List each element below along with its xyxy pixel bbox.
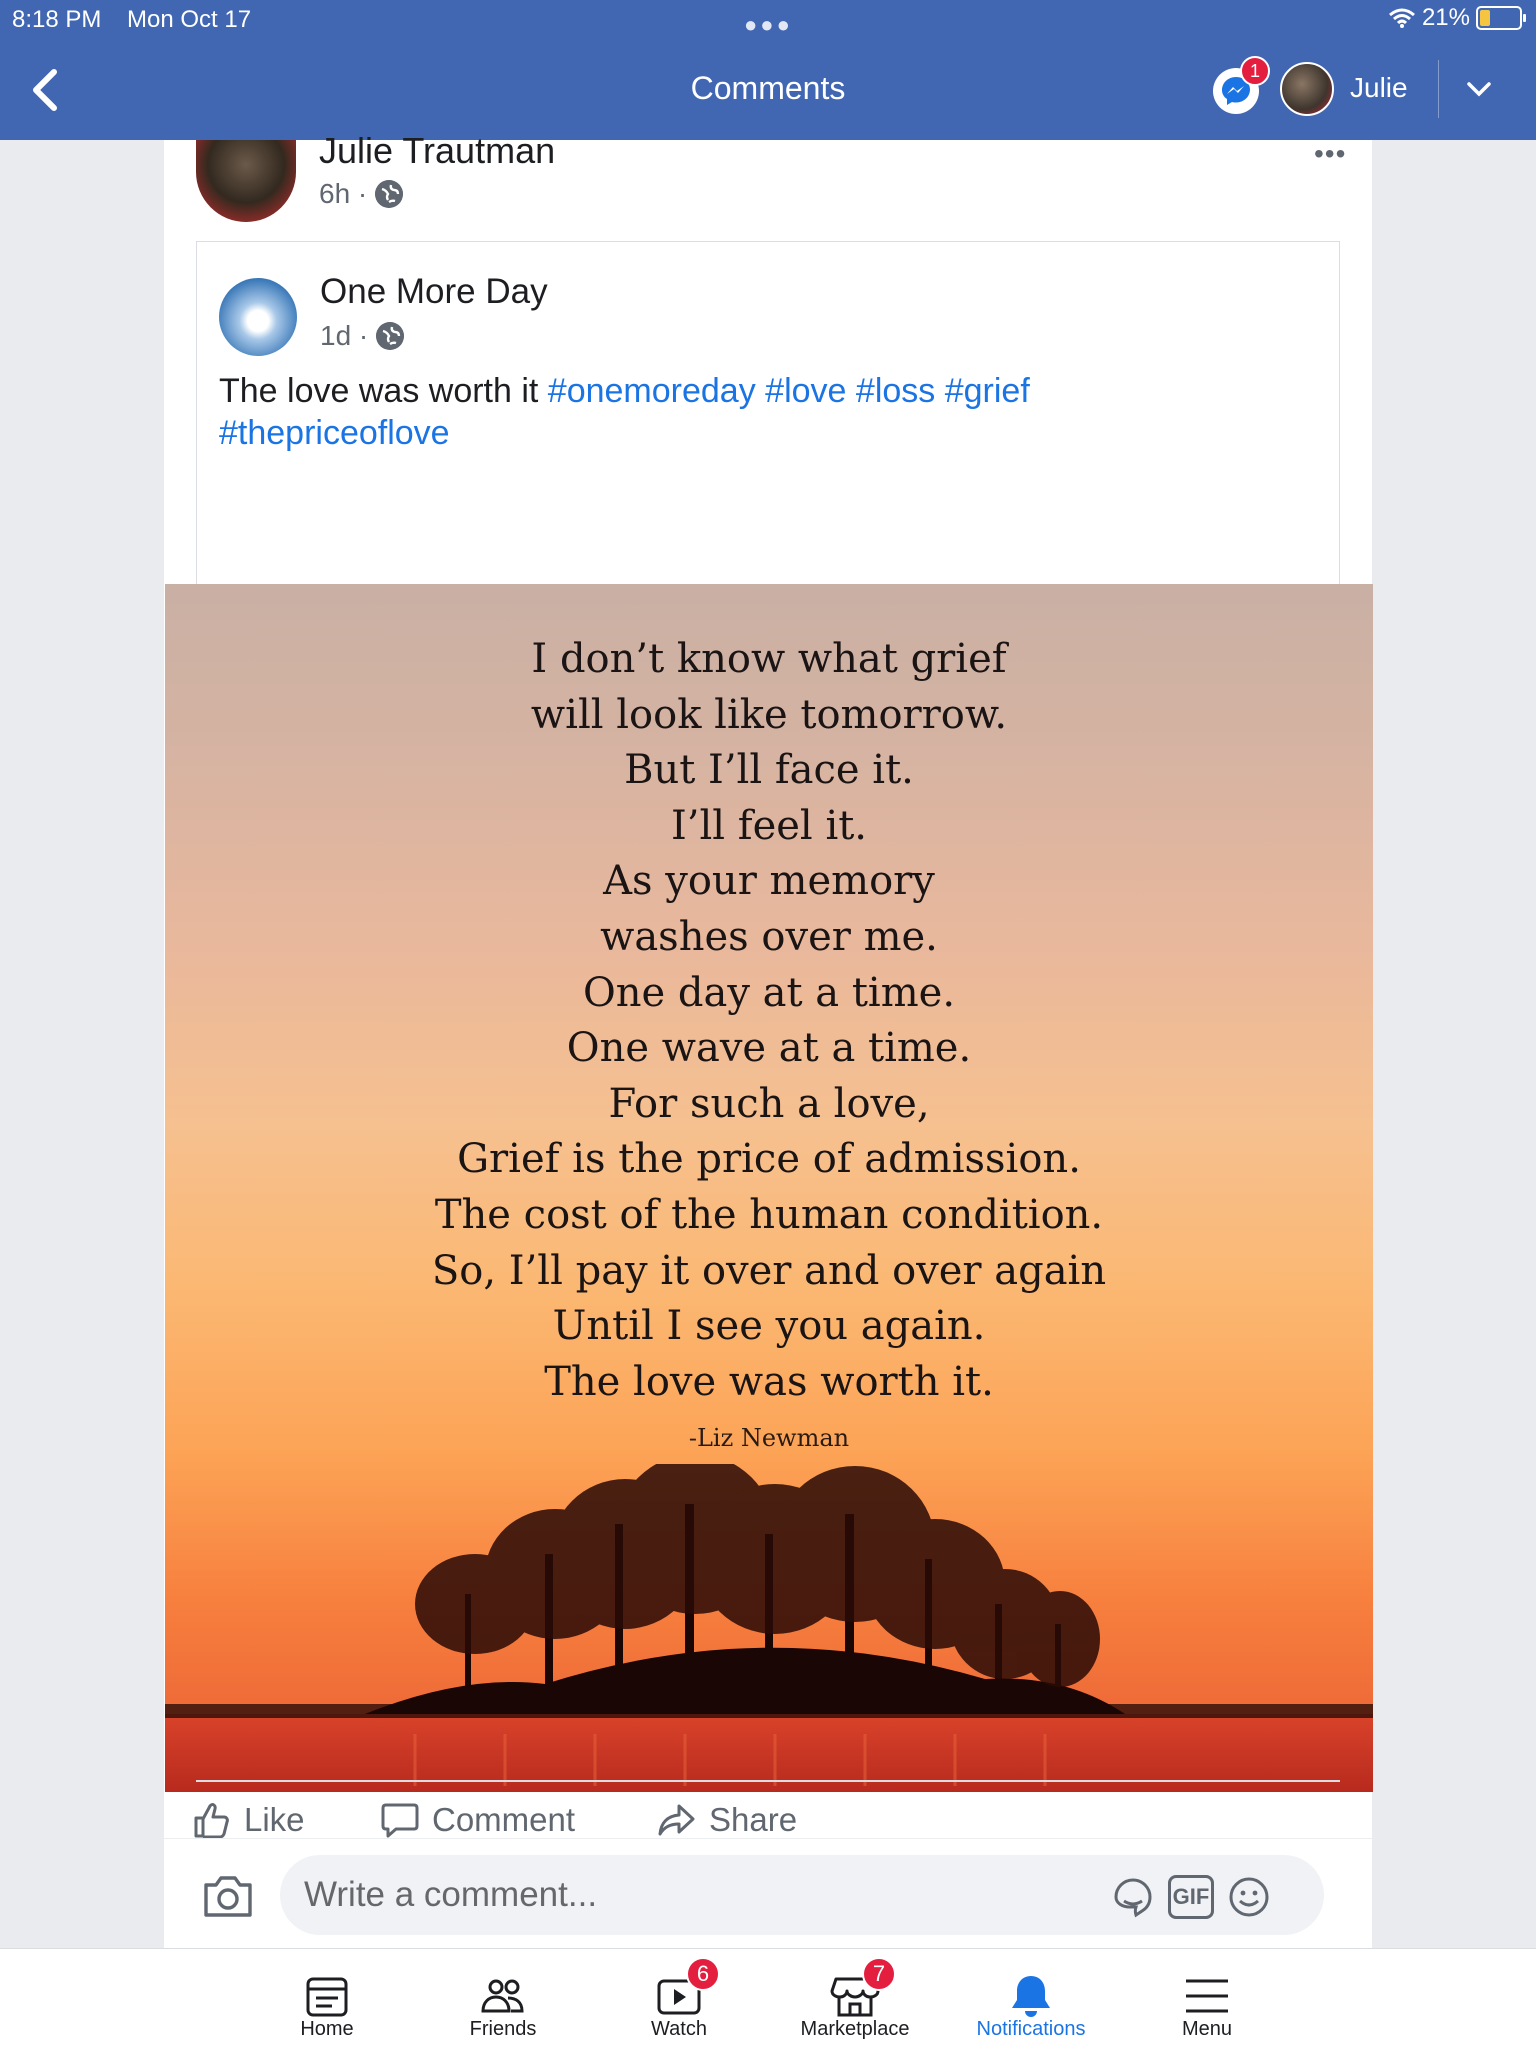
hashtag-link[interactable]: #grief (945, 372, 1030, 410)
tab-watch[interactable]: 6 Watch (604, 1957, 754, 2047)
globe-icon (376, 322, 405, 350)
post-meta: 6h · (319, 178, 404, 210)
tab-label: Friends (469, 2018, 537, 2040)
comment-bubble-icon (381, 1803, 419, 1838)
marketplace-badge: 7 (862, 1957, 896, 1991)
multitasking-dots-icon[interactable]: ●●● (744, 12, 793, 38)
quote-line: I’ll feel it. (670, 802, 868, 849)
chevron-down-icon[interactable] (1464, 74, 1494, 104)
bell-icon (1012, 1976, 1050, 2017)
comment-placeholder: Write a comment... (304, 1875, 598, 1914)
top-header: 8:18 PM Mon Oct 17 ●●● 21% Comments 1 Ju… (0, 0, 1536, 140)
quote-line: Until I see you again. (552, 1303, 986, 1350)
battery-percent: 21% (1421, 4, 1470, 31)
tab-label: Menu (1181, 2018, 1233, 2040)
gif-button[interactable]: GIF (1168, 1875, 1214, 1919)
quote-line: As your memory (603, 858, 935, 905)
thumbs-up-icon (194, 1803, 229, 1839)
bottom-tab-bar: Home Friends 6 Watch 7 Marketplace Notif… (0, 1948, 1536, 2048)
battery-icon (1476, 6, 1526, 30)
hashtag-link[interactable]: #thepriceoflove (219, 414, 450, 452)
post-card: Julie Trautman 6h · ••• One More Day 1d … (164, 130, 1373, 1948)
comment-input[interactable]: Write a comment... GIF (280, 1855, 1324, 1935)
home-icon (306, 1977, 348, 2017)
shared-post-meta: 1d · (320, 320, 405, 352)
quote-line: So, I’ll pay it over and over again (431, 1247, 1107, 1294)
comment-composer: Write a comment... GIF (164, 1838, 1372, 1948)
tab-home[interactable]: Home (252, 1957, 402, 2047)
tab-friends[interactable]: Friends (428, 1957, 578, 2047)
quote-line: But I’ll face it. (624, 747, 914, 794)
quote-line: One wave at a time. (566, 1025, 972, 1072)
author-name[interactable]: Julie Trautman (319, 130, 555, 172)
post-time: 6h · (319, 178, 368, 209)
messenger-badge: 1 (1240, 56, 1270, 86)
share-button[interactable]: Share (657, 1800, 797, 1840)
tab-notifications[interactable]: Notifications (956, 1957, 1106, 2047)
quote-line: The cost of the human condition. (434, 1191, 1104, 1238)
tab-menu[interactable]: Menu (1132, 1957, 1282, 2047)
status-date: Mon Oct 17 (127, 6, 252, 33)
hashtag-link[interactable]: #love (765, 372, 846, 410)
post-text: The love was worth it #onemoreday #love … (219, 370, 1319, 454)
quote-line: will look like tomorrow. (530, 691, 1008, 738)
tab-label: Home (300, 2018, 354, 2040)
quote-line: Grief is the price of admission. (457, 1136, 1081, 1183)
post-image[interactable]: I don’t know what grief will look like t… (165, 584, 1373, 1792)
avatar[interactable] (1280, 62, 1334, 116)
quote-line: I don’t know what grief (531, 636, 1007, 682)
quote-line: The love was worth it. (544, 1358, 994, 1405)
emoji-icon[interactable] (1226, 1875, 1272, 1919)
share-label: Share (709, 1801, 798, 1838)
header-divider (1438, 60, 1439, 118)
like-label: Like (244, 1801, 305, 1838)
quote-line: For such a love, (608, 1080, 930, 1127)
wifi-icon (1388, 8, 1415, 28)
tab-label: Notifications (976, 2018, 1086, 2040)
globe-icon (375, 180, 404, 208)
tab-marketplace[interactable]: 7 Marketplace (780, 1957, 930, 2047)
like-button[interactable]: Like (192, 1800, 305, 1840)
camera-icon[interactable] (202, 1873, 254, 1919)
menu-icon (1186, 1979, 1228, 2013)
friends-icon (481, 1979, 524, 2013)
quote-text: I don’t know what grief will look like t… (165, 632, 1373, 1410)
comment-button[interactable]: Comment (380, 1800, 575, 1840)
status-time: 8:18 PM (12, 6, 102, 33)
sticker-icon[interactable] (1110, 1875, 1156, 1919)
post-caption: The love was worth it (219, 372, 548, 410)
shared-post[interactable]: One More Day 1d · The love was worth it … (165, 241, 1373, 1792)
shared-post-time: 1d · (320, 320, 369, 351)
tab-label: Marketplace (800, 2018, 910, 2040)
quote-attribution: -Liz Newman (688, 1424, 850, 1452)
hashtag-link[interactable]: #onemoreday (548, 372, 756, 410)
hashtag-link[interactable]: #loss (856, 372, 935, 410)
action-divider (196, 1780, 1340, 1782)
tree-silhouette-image (165, 1464, 1373, 1792)
comment-label: Comment (432, 1801, 576, 1838)
page-name[interactable]: One More Day (320, 272, 548, 312)
status-indicators: 21% (1388, 4, 1526, 32)
tab-label: Watch (651, 2018, 707, 2040)
share-arrow-icon (658, 1804, 695, 1836)
quote-line: washes over me. (600, 913, 938, 960)
user-name[interactable]: Julie (1350, 72, 1408, 104)
author-avatar[interactable] (196, 140, 296, 222)
page-avatar[interactable] (219, 278, 297, 356)
watch-badge: 6 (686, 1957, 720, 1991)
more-options-icon[interactable]: ••• (1314, 138, 1346, 170)
quote-line: One day at a time. (582, 969, 956, 1016)
